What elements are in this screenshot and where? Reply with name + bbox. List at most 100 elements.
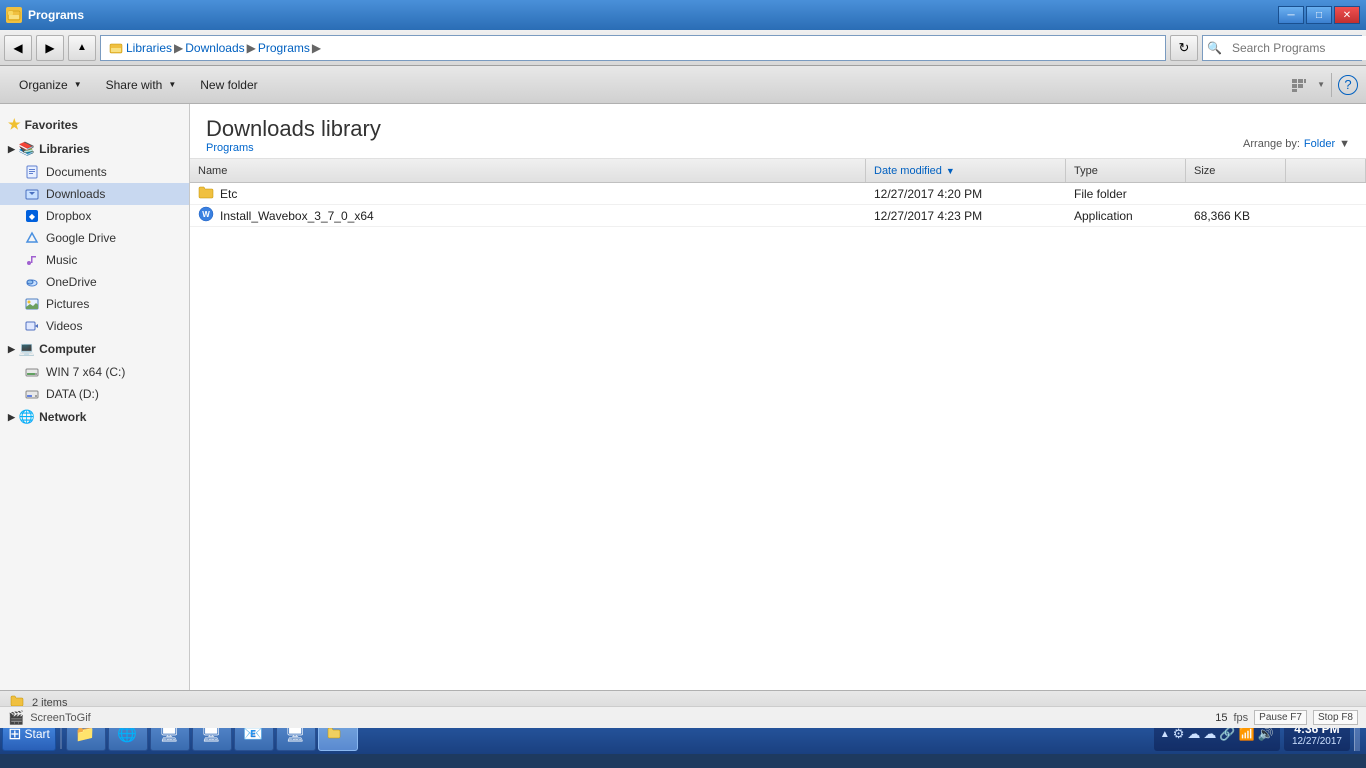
- toolbar-right: ▼ ?: [1285, 71, 1358, 99]
- file-row-etc[interactable]: Etc 12/27/2017 4:20 PM File folder: [190, 183, 1366, 205]
- col-size-label: Size: [1194, 165, 1215, 177]
- forward-button[interactable]: ▶: [36, 35, 64, 61]
- triangle-icon: ▶: [8, 144, 15, 155]
- sidebar-favorites-header[interactable]: ★ Favorites: [0, 112, 189, 137]
- file-row-wavebox[interactable]: W Install_Wavebox_3_7_0_x64 12/27/2017 4…: [190, 205, 1366, 227]
- tray-cloud2-icon[interactable]: ☁: [1203, 726, 1216, 742]
- sidebar-item-pictures[interactable]: Pictures: [0, 293, 189, 315]
- taskbar-programs-icon: [327, 727, 341, 742]
- file-list-container: Name Date modified ▼ Type Size: [190, 159, 1366, 690]
- title-bar: Programs ─ □ ✕: [0, 0, 1366, 30]
- sidebar-libraries-header[interactable]: ▶ 📚 Libraries: [0, 137, 189, 161]
- app-icon: W: [198, 206, 214, 225]
- col-type[interactable]: Type: [1066, 159, 1186, 182]
- music-icon: [24, 252, 40, 268]
- arrange-by-value[interactable]: Folder: [1304, 138, 1335, 150]
- library-subtitle[interactable]: Programs: [206, 142, 381, 154]
- refresh-button[interactable]: ↻: [1170, 35, 1198, 61]
- wavebox-size: 68,366 KB: [1186, 205, 1286, 226]
- sidebar-item-downloads[interactable]: Downloads: [0, 183, 189, 205]
- stg-controls: 15 fps Pause F7 Stop F8: [1215, 710, 1358, 725]
- sidebar-item-videos[interactable]: Videos: [0, 315, 189, 337]
- toolbar-separator: [1331, 73, 1332, 97]
- breadcrumb-label-libraries[interactable]: Libraries: [126, 41, 172, 55]
- triangle2-icon: ▶: [8, 344, 15, 355]
- star-icon: ★: [8, 116, 21, 133]
- change-view-button[interactable]: [1285, 71, 1313, 99]
- stop-button[interactable]: Stop F8: [1313, 710, 1358, 725]
- sidebar-item-c-drive[interactable]: WIN 7 x64 (C:): [0, 361, 189, 383]
- tray-settings-icon[interactable]: ⚙: [1173, 726, 1185, 742]
- pictures-label: Pictures: [46, 297, 89, 311]
- tray-network2-icon[interactable]: 🔗: [1219, 726, 1235, 742]
- dropbox-label: Dropbox: [46, 209, 91, 223]
- stop-label: Stop F8: [1318, 712, 1353, 723]
- col-date-label: Date modified: [874, 165, 942, 177]
- back-button[interactable]: ◀: [4, 35, 32, 61]
- c-drive-label: WIN 7 x64 (C:): [46, 365, 125, 379]
- col-type-label: Type: [1074, 165, 1098, 177]
- tray-volume-icon[interactable]: 🔊: [1258, 726, 1274, 742]
- minimize-button[interactable]: ─: [1278, 6, 1304, 24]
- title-bar-left: Programs: [6, 7, 84, 23]
- title-controls: ─ □ ✕: [1278, 6, 1360, 24]
- new-folder-button[interactable]: New folder: [189, 71, 268, 99]
- dropbox-icon: ◆: [24, 208, 40, 224]
- tray-signal-icon[interactable]: 📶: [1239, 726, 1255, 742]
- tray-up-arrow[interactable]: ▲: [1160, 729, 1170, 740]
- libraries-icon: 📚: [19, 141, 35, 157]
- pause-label: Pause F7: [1259, 712, 1302, 723]
- sidebar-item-d-drive[interactable]: DATA (D:): [0, 383, 189, 405]
- window-title: Programs: [28, 8, 84, 22]
- arrange-by-dropdown[interactable]: ▼: [1339, 138, 1350, 150]
- search-input[interactable]: [1226, 36, 1366, 60]
- sidebar-item-music[interactable]: Music: [0, 249, 189, 271]
- pause-button[interactable]: Pause F7: [1254, 710, 1307, 725]
- screentogif-label: ScreenToGif: [30, 712, 91, 724]
- col-extra: [1286, 159, 1366, 182]
- google-drive-label: Google Drive: [46, 231, 116, 245]
- content-area: Downloads library Programs Arrange by: F…: [190, 104, 1366, 690]
- up-button[interactable]: ▲: [68, 35, 96, 61]
- fps-value: 15: [1215, 712, 1227, 724]
- etc-date: 12/27/2017 4:20 PM: [866, 183, 1066, 204]
- breadcrumb-item1[interactable]: [109, 40, 126, 55]
- tray-cloud-icon[interactable]: ☁: [1187, 726, 1200, 742]
- share-with-dropdown-arrow: ▼: [168, 80, 176, 89]
- maximize-button[interactable]: □: [1306, 6, 1332, 24]
- organize-dropdown-arrow: ▼: [74, 80, 82, 89]
- new-folder-label: New folder: [200, 78, 257, 92]
- sidebar-computer-header[interactable]: ▶ 💻 Computer: [0, 337, 189, 361]
- view-dropdown-arrow[interactable]: ▼: [1317, 80, 1325, 89]
- clock-date: 12/27/2017: [1292, 736, 1342, 747]
- close-button[interactable]: ✕: [1334, 6, 1360, 24]
- address-bar: ◀ ▶ ▲ Libraries ▶ Downloads ▶ Programs ▶…: [0, 30, 1366, 66]
- sidebar-item-onedrive[interactable]: OneDrive: [0, 271, 189, 293]
- search-box-area: 🔍: [1202, 35, 1362, 61]
- help-button[interactable]: ?: [1338, 75, 1358, 95]
- main-layout: ★ Favorites ▶ 📚 Libraries Documents Down…: [0, 104, 1366, 690]
- screentogif-bar: 🎬 ScreenToGif 15 fps Pause F7 Stop F8: [0, 706, 1366, 728]
- sidebar-libraries-label: Libraries: [39, 142, 90, 156]
- etc-name: Etc: [220, 187, 237, 201]
- fps-label: fps: [1233, 712, 1248, 724]
- sidebar-item-google-drive[interactable]: Google Drive: [0, 227, 189, 249]
- col-size[interactable]: Size: [1186, 159, 1286, 182]
- breadcrumb-label-programs[interactable]: Programs: [258, 41, 310, 55]
- col-date-modified[interactable]: Date modified ▼: [866, 159, 1066, 182]
- sidebar-item-documents[interactable]: Documents: [0, 161, 189, 183]
- breadcrumb-sep2: ▶: [247, 41, 256, 55]
- sidebar-item-dropbox[interactable]: ◆ Dropbox: [0, 205, 189, 227]
- breadcrumb-label-downloads[interactable]: Downloads: [185, 41, 244, 55]
- address-breadcrumb[interactable]: Libraries ▶ Downloads ▶ Programs ▶: [100, 35, 1166, 61]
- arrange-by: Arrange by: Folder ▼: [1243, 138, 1350, 154]
- share-with-label: Share with: [106, 78, 163, 92]
- etc-type: File folder: [1066, 183, 1186, 204]
- network-icon: 🌐: [19, 409, 35, 425]
- col-name[interactable]: Name: [190, 159, 866, 182]
- svg-text:W: W: [202, 210, 210, 219]
- etc-size: [1186, 183, 1286, 204]
- organize-button[interactable]: Organize ▼: [8, 71, 93, 99]
- share-with-button[interactable]: Share with ▼: [95, 71, 188, 99]
- sidebar-network-header[interactable]: ▶ 🌐 Network: [0, 405, 189, 429]
